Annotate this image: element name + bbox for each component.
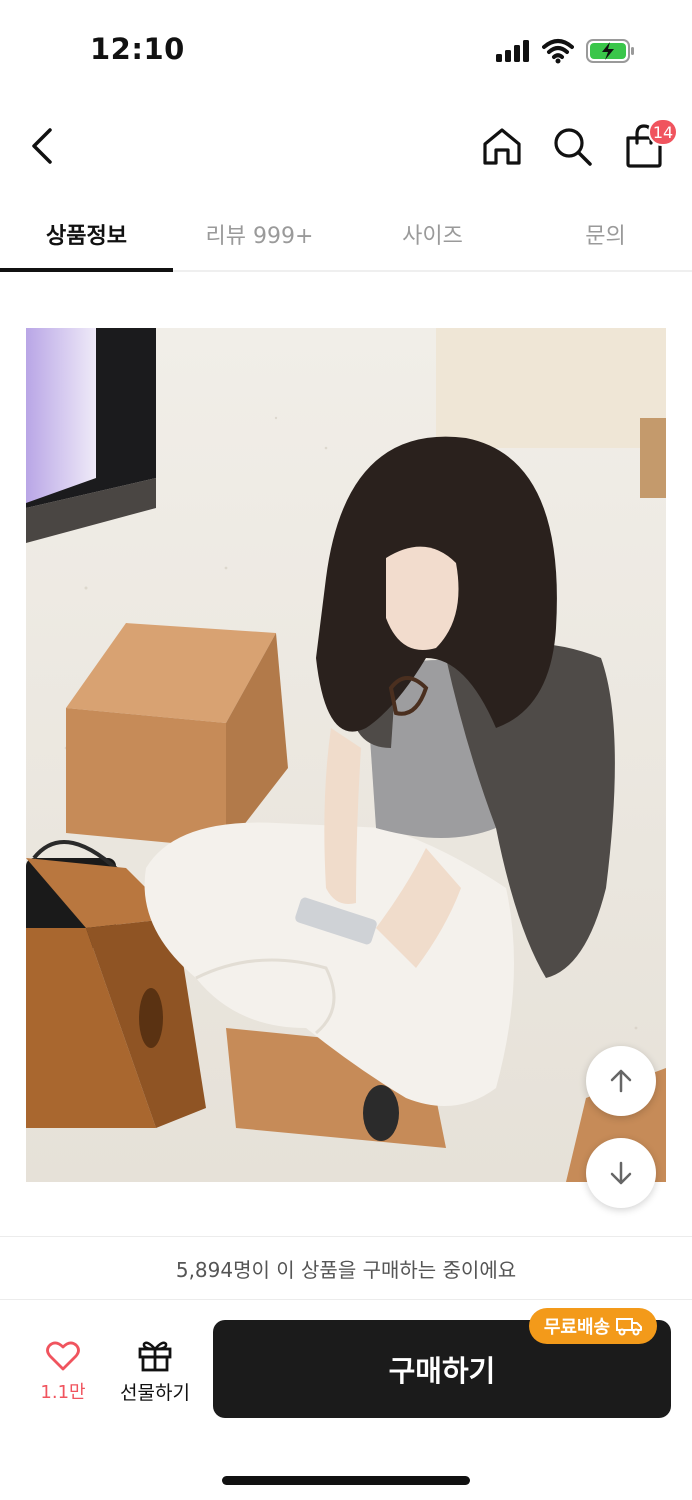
tab-product-info[interactable]: 상품정보 bbox=[0, 198, 173, 272]
free-shipping-label: 무료배송 bbox=[543, 1317, 611, 1338]
product-tabs: 상품정보 리뷰 999+ 사이즈 문의 bbox=[0, 198, 692, 272]
cellular-signal-icon bbox=[496, 40, 529, 62]
scroll-up-button[interactable] bbox=[586, 1046, 656, 1116]
home-icon bbox=[483, 128, 521, 165]
scroll-down-button[interactable] bbox=[586, 1138, 656, 1208]
like-count: 1.1만 bbox=[40, 1382, 86, 1403]
status-bar: 12:10 bbox=[0, 0, 692, 100]
search-button[interactable] bbox=[550, 124, 594, 168]
top-navigation bbox=[0, 110, 692, 190]
back-icon bbox=[32, 128, 52, 164]
home-button[interactable] bbox=[480, 124, 524, 168]
battery-charging-icon bbox=[586, 39, 634, 63]
status-time: 12:10 bbox=[90, 32, 185, 66]
gift-icon bbox=[138, 1341, 172, 1372]
tab-reviews[interactable]: 리뷰 999+ bbox=[173, 198, 346, 270]
arrow-down-icon bbox=[610, 1161, 632, 1185]
product-photo-illustration bbox=[26, 328, 666, 1182]
heart-icon bbox=[46, 1341, 80, 1371]
gift-button[interactable]: 선물하기 bbox=[112, 1338, 198, 1412]
wifi-icon bbox=[542, 39, 574, 64]
product-photo bbox=[26, 328, 666, 1182]
truck-icon bbox=[616, 1318, 643, 1336]
buyers-count-banner: 5,894명이 이 상품을 구매하는 중이에요 bbox=[0, 1236, 692, 1300]
like-button[interactable]: 1.1만 bbox=[30, 1340, 96, 1410]
tab-size[interactable]: 사이즈 bbox=[346, 198, 519, 270]
home-indicator bbox=[222, 1476, 470, 1485]
free-shipping-badge: 무료배송 bbox=[529, 1308, 657, 1344]
cart-count-badge: 14 bbox=[648, 118, 678, 146]
bottom-action-bar: 1.1만 선물하기 구매하기 무료배송 bbox=[0, 1300, 692, 1440]
back-button[interactable] bbox=[22, 124, 66, 168]
gift-label: 선물하기 bbox=[120, 1382, 190, 1404]
tab-inquiry[interactable]: 문의 bbox=[519, 198, 692, 270]
arrow-up-icon bbox=[610, 1069, 632, 1093]
search-icon bbox=[554, 128, 592, 166]
